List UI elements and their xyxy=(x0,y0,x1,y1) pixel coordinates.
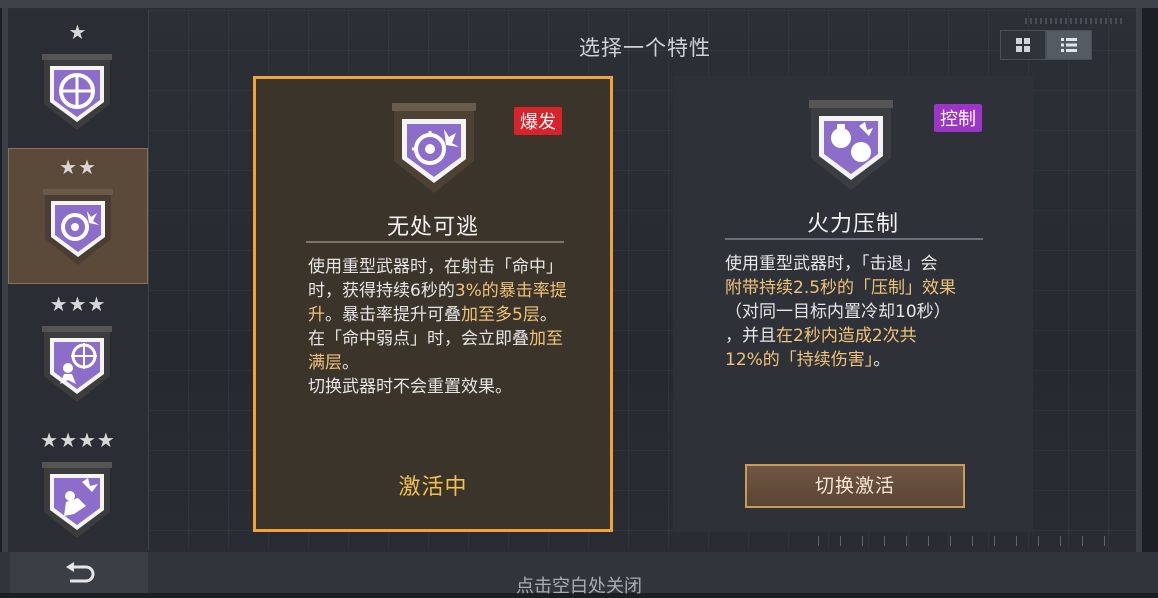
divider xyxy=(306,241,564,243)
list-view-button[interactable] xyxy=(1046,30,1092,60)
list-icon xyxy=(1061,38,1077,52)
tier-1[interactable]: ★ xyxy=(8,14,148,150)
grenade-shield-icon xyxy=(799,94,903,198)
decorative-ruler xyxy=(818,536,1118,546)
trait-description: 使用重型武器时，「击退」会 附带持续2.5秒的「压制」效果 （对同一目标内置冷却… xyxy=(725,254,957,370)
tier-sidebar: ★ ★★ ★★★ ★★★★ xyxy=(8,10,149,550)
target-explosion-shield-icon xyxy=(31,181,125,275)
trait-card-active[interactable]: 爆发 无处可逃 使用重型武器时，在射击「命中」时，获得持续6秒的3%的暴击率提升… xyxy=(253,76,613,532)
grid-icon xyxy=(1016,38,1030,52)
page-title: 选择一个特性 xyxy=(579,36,711,60)
tier-4[interactable]: ★★★★ xyxy=(8,422,148,558)
tier-stars: ★★★★ xyxy=(40,428,116,452)
trait-name: 火力压制 xyxy=(806,212,899,237)
category-tag: 控制 xyxy=(934,104,982,132)
trait-card-inactive[interactable]: 控制 火力压制 使用重型武器时，「击退」会 附带持续2.5秒的「压制」效果 （对… xyxy=(673,76,1033,532)
tier-3[interactable]: ★★★ xyxy=(8,286,148,422)
close-hint: 点击空白处关闭 xyxy=(516,576,642,597)
tier-stars: ★★★ xyxy=(49,292,107,316)
target-explosion-shield-icon xyxy=(382,97,486,201)
target-figure-shield-icon xyxy=(30,318,124,412)
trait-description: 使用重型武器时，在射击「命中」时，获得持续6秒的3%的暴击率提升。暴击率提升可叠… xyxy=(308,257,567,397)
trait-name: 无处可逃 xyxy=(386,215,479,240)
view-toggle[interactable] xyxy=(1000,30,1095,60)
top-edge xyxy=(0,0,1158,8)
switch-activate-button[interactable]: 切换激活 xyxy=(745,464,965,508)
tier-stars: ★★ xyxy=(59,155,97,179)
tier-2[interactable]: ★★ xyxy=(8,148,148,284)
tier-stars: ★ xyxy=(68,20,88,44)
crosshair-shield-icon xyxy=(30,46,124,140)
decorative-ticks xyxy=(1025,18,1125,24)
divider xyxy=(725,238,983,240)
grid-view-button[interactable] xyxy=(1000,30,1046,60)
active-status: 激活中 xyxy=(398,475,468,500)
category-tag: 爆发 xyxy=(514,107,562,135)
blast-figure-shield-icon xyxy=(30,454,124,548)
